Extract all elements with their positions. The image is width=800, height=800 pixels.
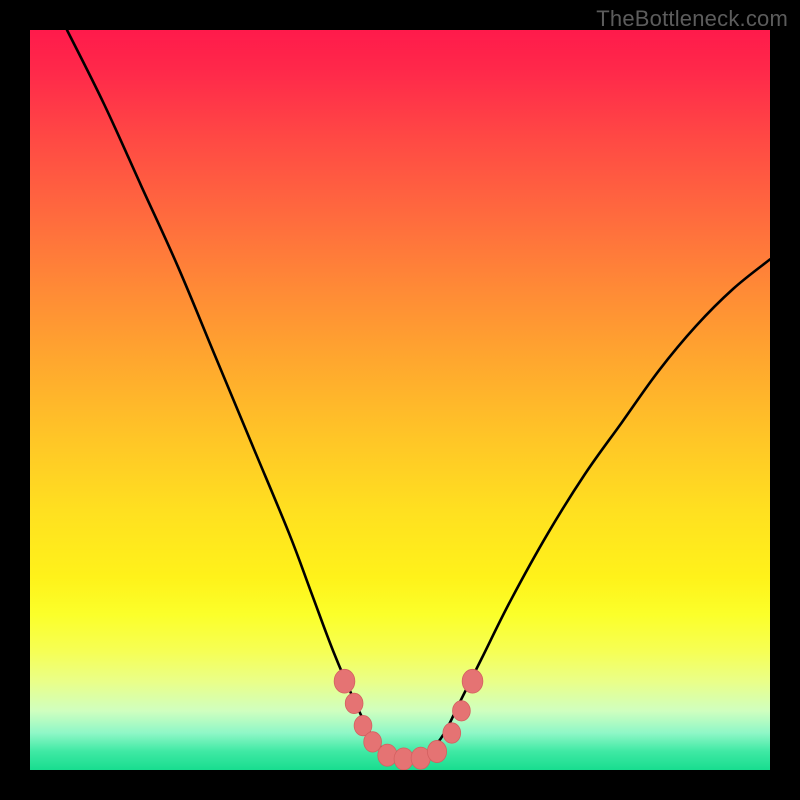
bottleneck-curve-svg: [30, 30, 770, 770]
curve-marker: [364, 732, 382, 752]
curve-marker: [427, 740, 446, 762]
curve-marker: [378, 744, 397, 766]
curve-marker: [443, 723, 461, 743]
curve-markers: [334, 669, 483, 770]
curve-marker: [453, 701, 471, 721]
curve-marker: [462, 669, 483, 693]
curve-marker: [394, 748, 413, 770]
curve-marker: [334, 669, 355, 693]
curve-marker: [345, 693, 363, 713]
bottleneck-curve-line: [67, 30, 770, 760]
chart-frame: TheBottleneck.com: [0, 0, 800, 800]
watermark-text: TheBottleneck.com: [596, 6, 788, 32]
plot-area: [30, 30, 770, 770]
